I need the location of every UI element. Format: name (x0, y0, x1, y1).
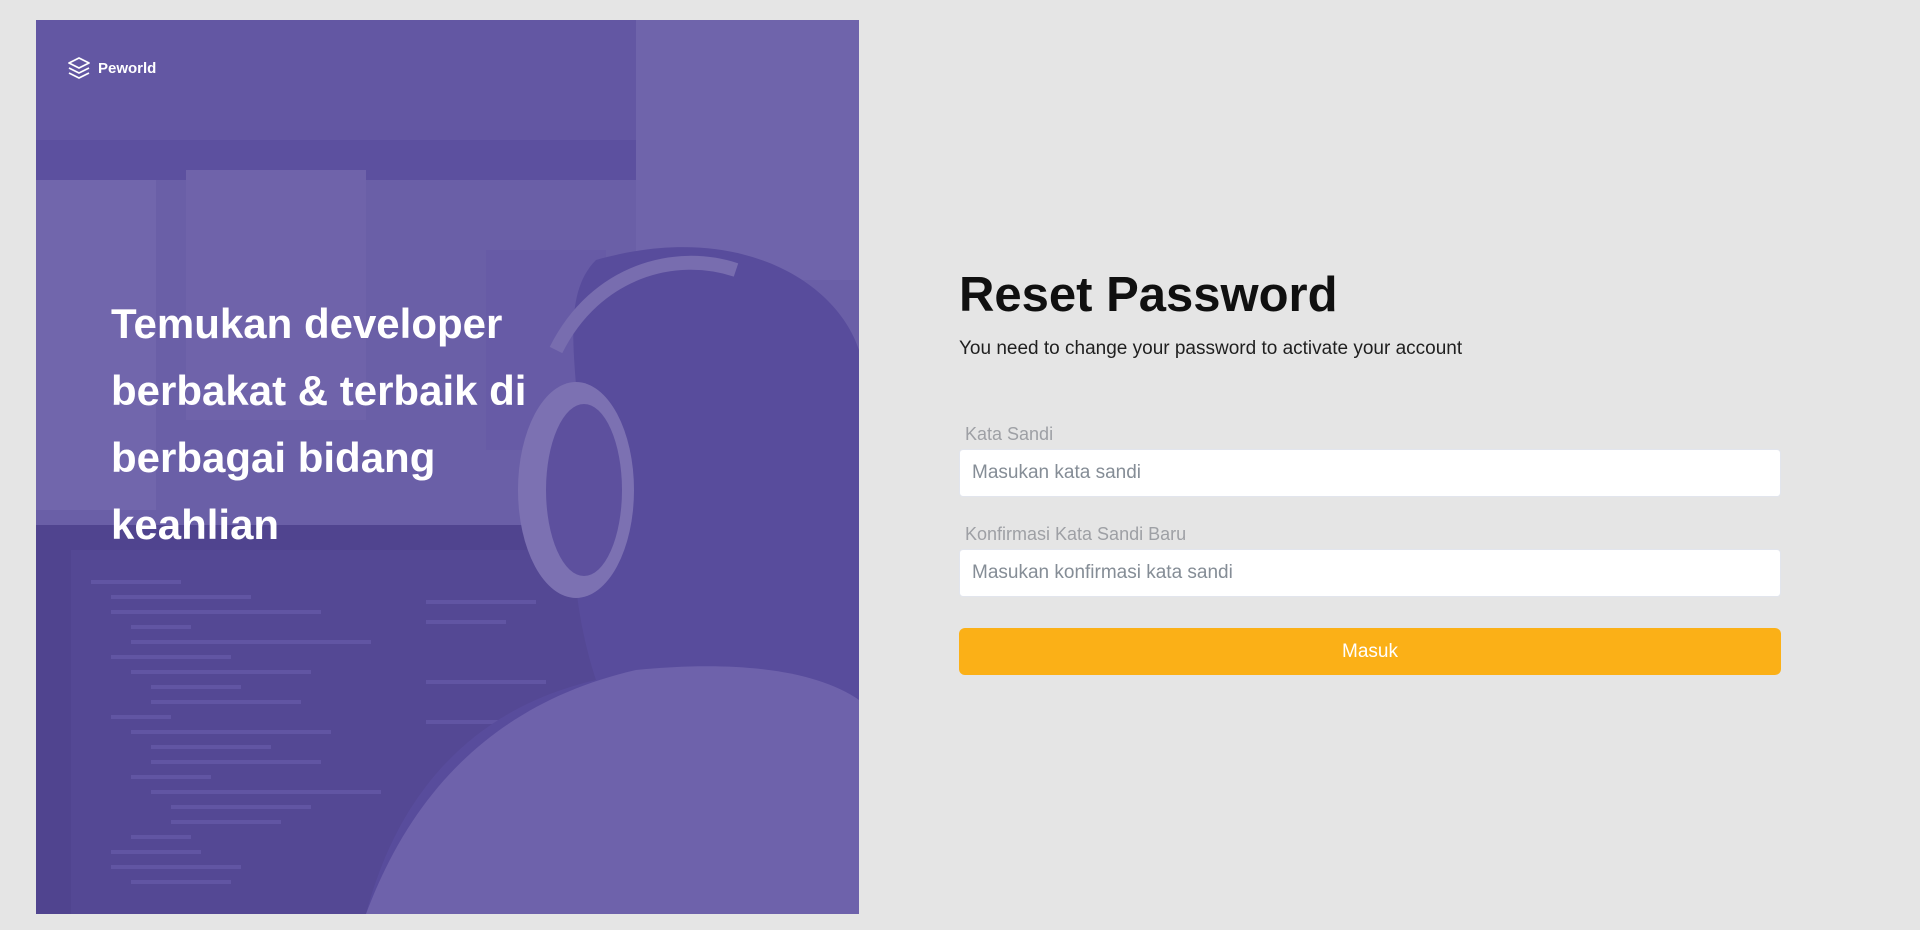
layers-icon (67, 56, 91, 80)
reset-password-form: Reset Password You need to change your p… (959, 260, 1781, 675)
hero-panel: Peworld Temukan developer berbakat & ter… (36, 20, 859, 914)
password-field-group: Kata Sandi (959, 422, 1781, 497)
confirm-password-input[interactable] (959, 549, 1781, 597)
confirm-password-label: Konfirmasi Kata Sandi Baru (965, 524, 1187, 544)
password-input[interactable] (959, 449, 1781, 497)
brand-name: Peworld (98, 59, 157, 77)
page-title: Reset Password (959, 268, 1338, 322)
confirm-password-field-group: Konfirmasi Kata Sandi Baru (959, 522, 1781, 597)
brand-logo[interactable]: Peworld (67, 56, 156, 80)
page-subtitle: You need to change your password to acti… (959, 338, 1463, 359)
submit-button[interactable]: Masuk (959, 628, 1781, 675)
password-label: Kata Sandi (965, 424, 1054, 444)
hero-headline: Temukan developer berbakat & terbaik di … (111, 300, 527, 548)
